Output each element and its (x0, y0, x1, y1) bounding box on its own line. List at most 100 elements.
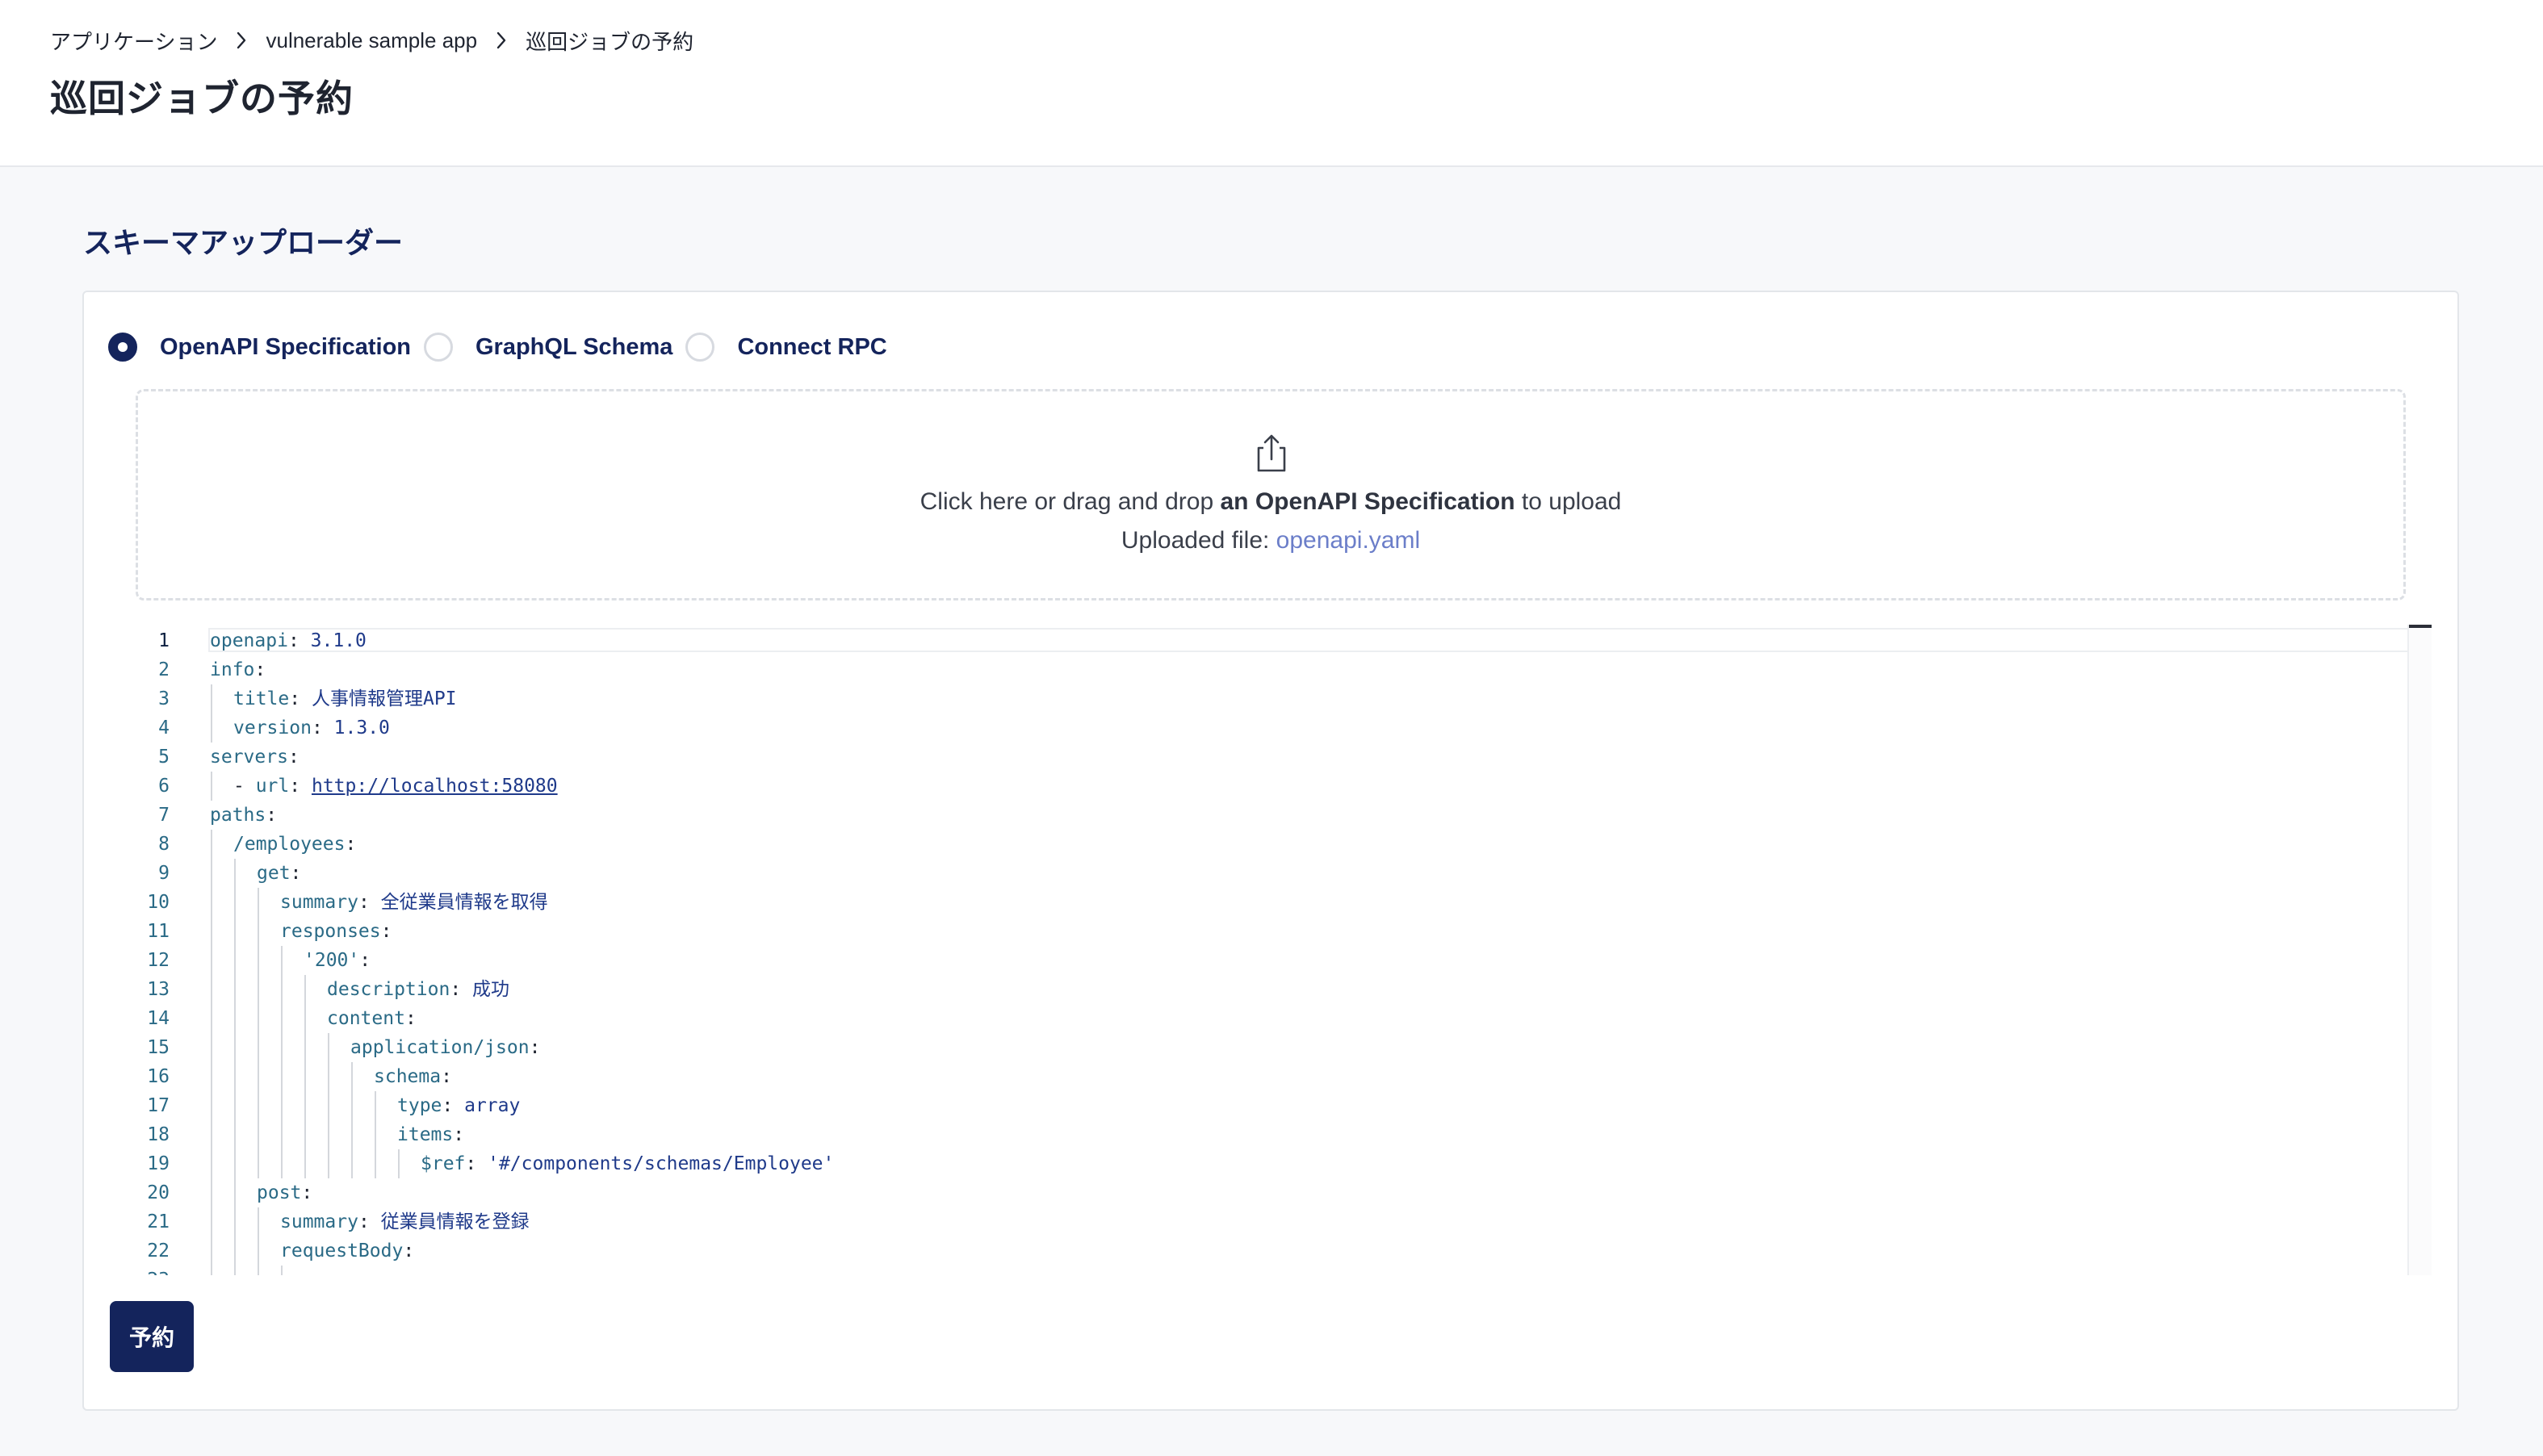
yaml-key: summary (280, 892, 358, 913)
radio-graphql[interactable]: GraphQL Schema (424, 333, 685, 362)
code-line[interactable]: 14 content: (136, 1004, 2396, 1033)
yaml-key: summary (280, 1211, 358, 1232)
yaml-colon: : (287, 630, 300, 651)
indent-guide (234, 1120, 236, 1149)
indent-guide (351, 1149, 353, 1178)
yaml-key: version (233, 718, 312, 738)
breadcrumb-item-app[interactable]: vulnerable sample app (266, 28, 477, 53)
code-line[interactable]: 13 description: 成功 (136, 975, 2396, 1004)
yaml-list-marker: - (233, 776, 256, 797)
radio-openapi[interactable]: OpenAPI Specification (108, 333, 424, 362)
yaml-colon: : (287, 747, 300, 768)
code-line[interactable]: 21 summary: 従業員情報を登録 (136, 1207, 2396, 1236)
yaml-colon: : (289, 688, 301, 709)
indent-guide (234, 1236, 236, 1266)
code-line[interactable]: 4 version: 1.3.0 (136, 713, 2396, 743)
dropzone-text-after: to upload (1514, 488, 1622, 515)
indent-guide (211, 1033, 212, 1062)
indent-guide (375, 1149, 376, 1178)
indent-guide (234, 1266, 236, 1275)
file-dropzone[interactable]: Click here or drag and drop an OpenAPI S… (136, 389, 2406, 600)
yaml-url-link[interactable]: http://localhost:58080 (312, 776, 558, 797)
code-line[interactable]: 20 post: (136, 1178, 2396, 1207)
page-title: 巡回ジョブの予約 (50, 77, 354, 119)
uploaded-file-link[interactable]: openapi.yaml (1276, 527, 1420, 554)
indent-guide (211, 830, 212, 859)
breadcrumb-item-applications[interactable]: アプリケーション (50, 26, 217, 56)
code-line[interactable]: 3 title: 人事情報管理API (136, 684, 2396, 713)
code-line[interactable]: 15 application/json: (136, 1033, 2396, 1062)
code-line[interactable]: 18 items: (136, 1120, 2396, 1149)
uploaded-file-label: Uploaded file: (1121, 527, 1276, 554)
yaml-key: content (327, 1008, 405, 1029)
yaml-colon: : (403, 1241, 415, 1261)
yaml-key: servers (210, 747, 288, 768)
code-line[interactable]: 19 $ref: '#/components/schemas/Employee' (136, 1149, 2396, 1178)
indent-guide (234, 946, 236, 975)
code-line[interactable]: 7 paths: (136, 801, 2396, 830)
indent-guide (234, 1207, 236, 1236)
radio-openapi-indicator[interactable] (108, 333, 137, 362)
code-line[interactable]: 1 openapi: 3.1.0 (136, 626, 2396, 655)
yaml-value: '#/components/schemas/Employee' (488, 1153, 835, 1174)
yaml-value: 成功 (472, 979, 510, 1000)
indent-guide (234, 1033, 236, 1062)
yaml-key: /employees (233, 834, 346, 855)
yaml-colon: : (453, 1124, 465, 1145)
upload-icon (1247, 433, 1296, 474)
code-line[interactable]: 16 schema: (136, 1062, 2396, 1091)
radio-connect-rpc-label[interactable]: Connect RPC (737, 334, 886, 361)
code-text: summary: 全従業員情報を取得 (280, 888, 548, 917)
uploaded-file-info: Uploaded file: openapi.yaml (138, 527, 2403, 554)
yaml-colon: : (450, 979, 462, 1000)
code-line[interactable]: 22 requestBody: (136, 1236, 2396, 1266)
code-line[interactable]: 10 summary: 全従業員情報を取得 (136, 888, 2396, 917)
indent-guide (211, 888, 212, 917)
yaml-key: title (233, 688, 290, 709)
radio-graphql-label[interactable]: GraphQL Schema (476, 334, 672, 361)
line-number: 19 (147, 1153, 170, 1174)
indent-guide (258, 1120, 259, 1149)
code-line[interactable]: 5 servers: (136, 743, 2396, 772)
schedule-button[interactable]: 予約 (110, 1301, 194, 1372)
yaml-key: application/json (350, 1037, 530, 1058)
indent-guide (211, 1266, 212, 1275)
indent-guide (281, 1091, 283, 1120)
editor-scrollbar[interactable] (2407, 625, 2432, 1275)
radio-graphql-indicator[interactable] (424, 333, 453, 362)
code-text: type: array (397, 1091, 520, 1120)
code-text: responses: (280, 917, 392, 946)
code-line[interactable]: 11 responses: (136, 917, 2396, 946)
yaml-colon: : (380, 921, 392, 942)
yaml-colon: : (289, 776, 301, 797)
code-text: openapi: 3.1.0 (210, 626, 367, 655)
code-line[interactable]: 8/employees: (136, 830, 2396, 859)
yaml-colon: : (442, 1095, 454, 1116)
scrollbar-position-marker[interactable] (2409, 625, 2432, 628)
code-line[interactable]: 2 info: (136, 655, 2396, 684)
indent-guide (304, 1091, 306, 1120)
indent-guide (304, 1120, 306, 1149)
radio-connect-rpc-indicator[interactable] (685, 333, 715, 362)
radio-openapi-label[interactable]: OpenAPI Specification (160, 334, 411, 361)
code-line[interactable]: 6 - url: http://localhost:58080 (136, 772, 2396, 801)
code-text: paths: (210, 801, 277, 830)
line-number: 9 (158, 863, 170, 884)
indent-guide (304, 1004, 306, 1033)
code-editor[interactable]: 1 openapi: 3.1.0 2 info: 3 title: 人事情報管理API 4 v… (136, 625, 2432, 1275)
yaml-key: '200' (304, 950, 360, 971)
code-text: get: (257, 859, 301, 888)
indent-guide (304, 1062, 306, 1091)
code-text: description: 成功 (327, 975, 509, 1004)
code-line[interactable]: 12 '200': (136, 946, 2396, 975)
code-line[interactable]: 17 type: array (136, 1091, 2396, 1120)
code-line[interactable]: 9 get: (136, 859, 2396, 888)
yaml-key: schema (374, 1066, 442, 1087)
indent-guide (328, 1149, 329, 1178)
yaml-colon: : (441, 1066, 452, 1087)
line-number: 8 (158, 834, 170, 855)
yaml-key: description (327, 979, 450, 1000)
indent-guide (211, 1149, 212, 1178)
code-line[interactable]: 23 (136, 1266, 2396, 1275)
radio-connect-rpc[interactable]: Connect RPC (685, 333, 899, 362)
